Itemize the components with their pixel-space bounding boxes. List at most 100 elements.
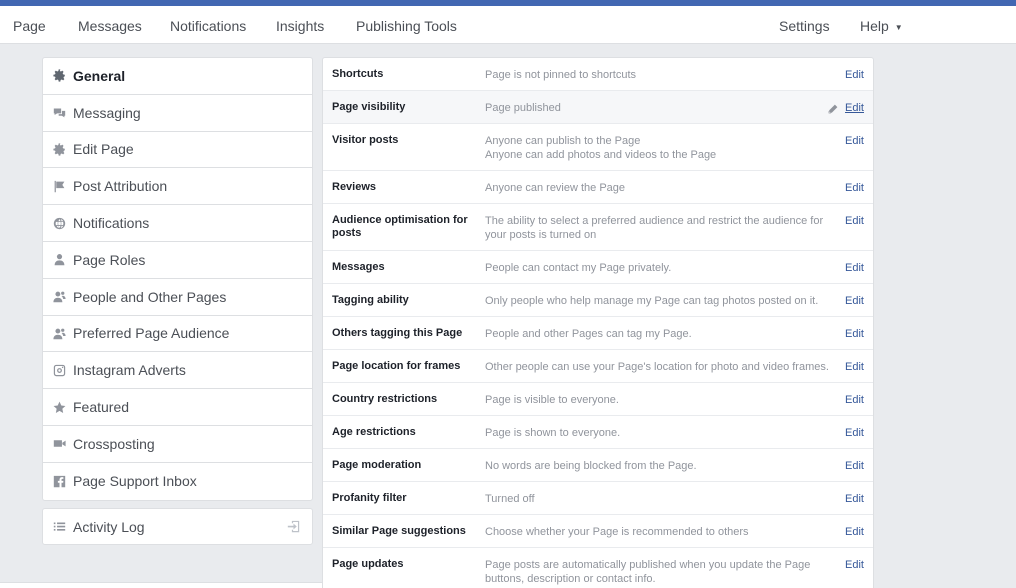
sidebar-item-label: General [73,67,126,84]
settings-row-label: Reviews [332,181,377,193]
sidebar-item-preferred-page-audience[interactable]: Preferred Page Audience [43,316,312,353]
settings-row-label: Messages [332,261,385,273]
edit-link[interactable]: Edit [845,261,864,275]
gear-icon [52,69,66,83]
settings-row-audience-optimisation[interactable]: Audience optimisation for posts The abil… [323,204,873,251]
settings-row-reviews[interactable]: Reviews Anyone can review the Page Edit [323,171,873,204]
sidebar-item-notifications[interactable]: Notifications [43,205,312,242]
sidebar-item-crossposting[interactable]: Crossposting [43,426,312,463]
messaging-icon [52,106,66,120]
settings-row-label: Others tagging this Page [332,327,463,339]
settings-row-value: Anyone can publish to the Page Anyone can… [485,134,830,162]
settings-row-label: Visitor posts [332,134,399,146]
edit-link[interactable]: Edit [845,393,864,407]
edit-link[interactable]: Edit [845,181,864,195]
sidebar-item-page-support-inbox[interactable]: Page Support Inbox [43,463,312,500]
settings-row-similar-page-suggestions[interactable]: Similar Page suggestions Choose whether … [323,515,873,548]
sidebar-item-page-roles[interactable]: Page Roles [43,242,312,279]
sidebar-item-general[interactable]: General [43,58,312,95]
sidebar-item-label: Preferred Page Audience [73,325,230,342]
open-external-icon [287,520,300,533]
nav-settings[interactable]: Settings [779,18,830,34]
settings-row-value: Page is not pinned to shortcuts [485,69,637,81]
pencil-icon [828,101,838,114]
settings-row-label: Similar Page suggestions [332,525,466,537]
person-icon [52,253,66,267]
sidebar-item-label: Activity Log [73,518,145,535]
edit-link[interactable]: Edit [845,525,864,539]
edit-link[interactable]: Edit [845,492,864,506]
sidebar-item-messaging[interactable]: Messaging [43,95,312,132]
settings-row-label: Profanity filter [332,492,407,504]
edit-link[interactable]: Edit [845,101,864,115]
video-icon [52,437,66,451]
sidebar-item-label: Page Roles [73,251,146,268]
edit-link[interactable]: Edit [845,294,864,308]
settings-row-page-visibility[interactable]: Page visibility Page published Edit [323,91,873,124]
settings-row-label: Shortcuts [332,68,384,80]
page-top-navigation: Page Messages Notifications Insights Pub… [0,6,1016,44]
sidebar-item-label: Notifications [73,215,150,232]
settings-row-age-restrictions[interactable]: Age restrictions Page is shown to everyo… [323,416,873,449]
nav-help[interactable]: Help ▼ [860,18,903,34]
chevron-down-icon: ▼ [894,22,903,32]
edit-link[interactable]: Edit [845,459,864,473]
sidebar-item-instagram-adverts[interactable]: Instagram Adverts [43,352,312,390]
sidebar-item-label: Crossposting [73,435,155,452]
settings-row-value: No words are being blocked from the Page… [485,460,697,472]
settings-row-label: Country restrictions [332,393,438,405]
sidebar-item-edit-page[interactable]: Edit Page [43,132,312,169]
star-icon [52,400,66,414]
edit-link[interactable]: Edit [845,68,864,82]
edit-link[interactable]: Edit [845,134,864,148]
settings-row-value: Only people who help manage my Page can … [485,295,819,307]
nav-notifications[interactable]: Notifications [170,18,246,34]
settings-row-page-moderation[interactable]: Page moderation No words are being block… [323,449,873,482]
settings-row-value: Turned off [485,493,535,505]
settings-row-value-line: Anyone can publish to the Page [485,135,641,147]
edit-link[interactable]: Edit [845,214,864,228]
settings-row-label: Tagging ability [332,294,409,306]
settings-row-page-updates[interactable]: Page updates Page posts are automaticall… [323,548,873,588]
settings-row-visitor-posts[interactable]: Visitor posts Anyone can publish to the … [323,124,873,171]
sidebar-item-label: Edit Page [73,141,134,158]
sidebar-item-featured[interactable]: Featured [43,389,312,426]
settings-row-value: Page is visible to everyone. [485,394,619,406]
sidebar-item-activity-log[interactable]: Activity Log [43,509,312,544]
settings-row-label: Page visibility [332,101,406,113]
sidebar-item-label: Page Support Inbox [73,473,197,490]
nav-messages[interactable]: Messages [78,18,142,34]
nav-publishing-tools[interactable]: Publishing Tools [356,18,457,34]
edit-link[interactable]: Edit [845,327,864,341]
nav-insights[interactable]: Insights [276,18,324,34]
facebook-icon [52,474,66,488]
settings-row-label: Age restrictions [332,426,416,438]
settings-row-country-restrictions[interactable]: Country restrictions Page is visible to … [323,383,873,416]
settings-row-label: Page location for frames [332,360,461,372]
sidebar-item-label: Featured [73,399,130,416]
settings-row-others-tagging[interactable]: Others tagging this Page People and othe… [323,317,873,350]
activity-log-card: Activity Log [42,508,313,545]
sidebar-item-label: Post Attribution [73,178,168,195]
settings-row-page-location-frames[interactable]: Page location for frames Other people ca… [323,350,873,383]
list-icon [52,520,66,534]
sidebar-item-people-and-other-pages[interactable]: People and Other Pages [43,279,312,316]
sidebar-item-label: People and Other Pages [73,288,227,305]
nav-page[interactable]: Page [13,18,46,34]
general-settings-panel: Shortcuts Page is not pinned to shortcut… [322,57,874,588]
settings-row-profanity-filter[interactable]: Profanity filter Turned off Edit [323,482,873,515]
settings-row-messages[interactable]: Messages People can contact my Page priv… [323,251,873,284]
settings-row-tagging-ability[interactable]: Tagging ability Only people who help man… [323,284,873,317]
edit-link[interactable]: Edit [845,360,864,374]
sidebar-item-post-attribution[interactable]: Post Attribution [43,168,312,206]
sidebar-item-label: Instagram Adverts [73,362,186,379]
edit-link[interactable]: Edit [845,558,864,572]
settings-row-label: Audience optimisation for posts [332,214,468,239]
sidebar-item-label: Messaging [73,104,141,121]
settings-row-value: Page posts are automatically published w… [485,559,811,585]
bottom-card-edge [0,582,328,588]
settings-row-value-line: Anyone can add photos and videos to the … [485,149,717,161]
settings-row-shortcuts[interactable]: Shortcuts Page is not pinned to shortcut… [323,58,873,91]
nav-help-label: Help [860,18,889,34]
edit-link[interactable]: Edit [845,426,864,440]
